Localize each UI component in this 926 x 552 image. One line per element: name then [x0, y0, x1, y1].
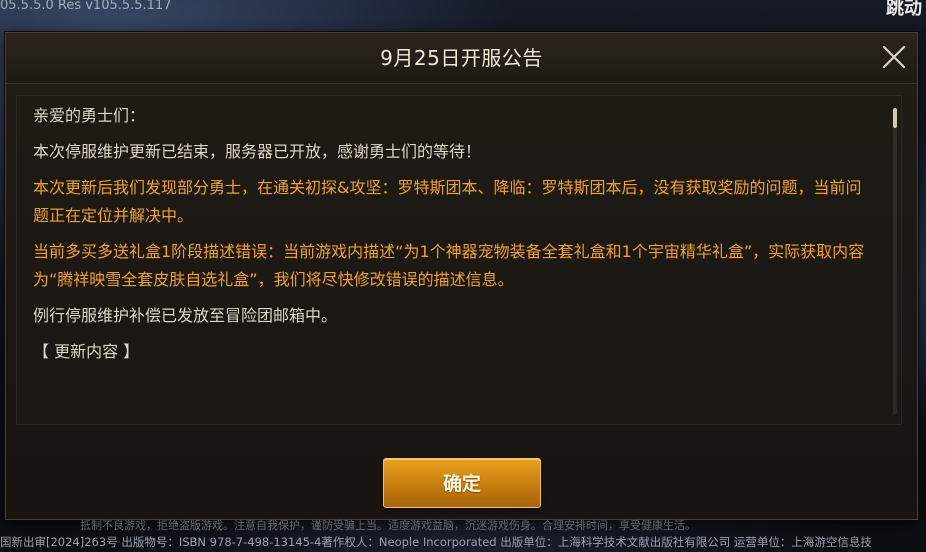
announcement-body[interactable]: 亲爱的勇士们： 本次停服维护更新已结束，服务器已开放，感谢勇士们的等待！ 本次更…	[16, 95, 902, 425]
announcement-dialog: 9月25日开服公告 亲爱的勇士们： 本次停服维护更新已结束，服务器已开放，感谢勇…	[5, 32, 918, 520]
update-content-heading: 【 更新内容 】	[33, 342, 140, 361]
scrollbar[interactable]	[893, 108, 897, 414]
health-notice: 抵制不良游戏，拒绝盗版游戏。注意自我保护，谨防受骗上当。适度游戏益脑，沉迷游戏伤…	[80, 519, 696, 532]
close-icon	[882, 45, 906, 69]
game-screen: 05.5.5.0 Res v105.5.5.117 跳动 9月25日开服公告 亲…	[0, 0, 926, 552]
greeting-paragraph: 亲爱的勇士们：	[33, 106, 146, 125]
maintenance-done-paragraph: 本次停服维护更新已结束，服务器已开放，感谢勇士们的等待！	[33, 142, 482, 161]
confirm-button[interactable]: 确定	[383, 458, 541, 508]
version-text: 05.5.5.0 Res v105.5.5.117	[0, 0, 172, 13]
description-error-paragraph: 当前多买多送礼盒1阶段描述错误：当前游戏内描述“为1个神器宠物装备全套礼盒和1个…	[33, 242, 865, 289]
publication-footer: 国新出审[2024]263号 出版物号：ISBN 978-7-498-13145…	[0, 535, 872, 549]
scrollbar-thumb[interactable]	[893, 108, 897, 128]
reward-issue-paragraph: 本次更新后我们发现部分勇士，在通关初探&攻坚：罗特斯团本、降临：罗特斯团本后，没…	[33, 178, 862, 225]
compensation-paragraph: 例行停服维护补偿已发放至冒险团邮箱中。	[33, 306, 338, 325]
skip-label[interactable]: 跳动	[886, 0, 922, 20]
close-button[interactable]	[879, 42, 909, 72]
announcement-text: 亲爱的勇士们： 本次停服维护更新已结束，服务器已开放，感谢勇士们的等待！ 本次更…	[33, 102, 871, 374]
dialog-title: 9月25日开服公告	[380, 46, 543, 70]
dialog-header: 9月25日开服公告	[6, 33, 917, 84]
